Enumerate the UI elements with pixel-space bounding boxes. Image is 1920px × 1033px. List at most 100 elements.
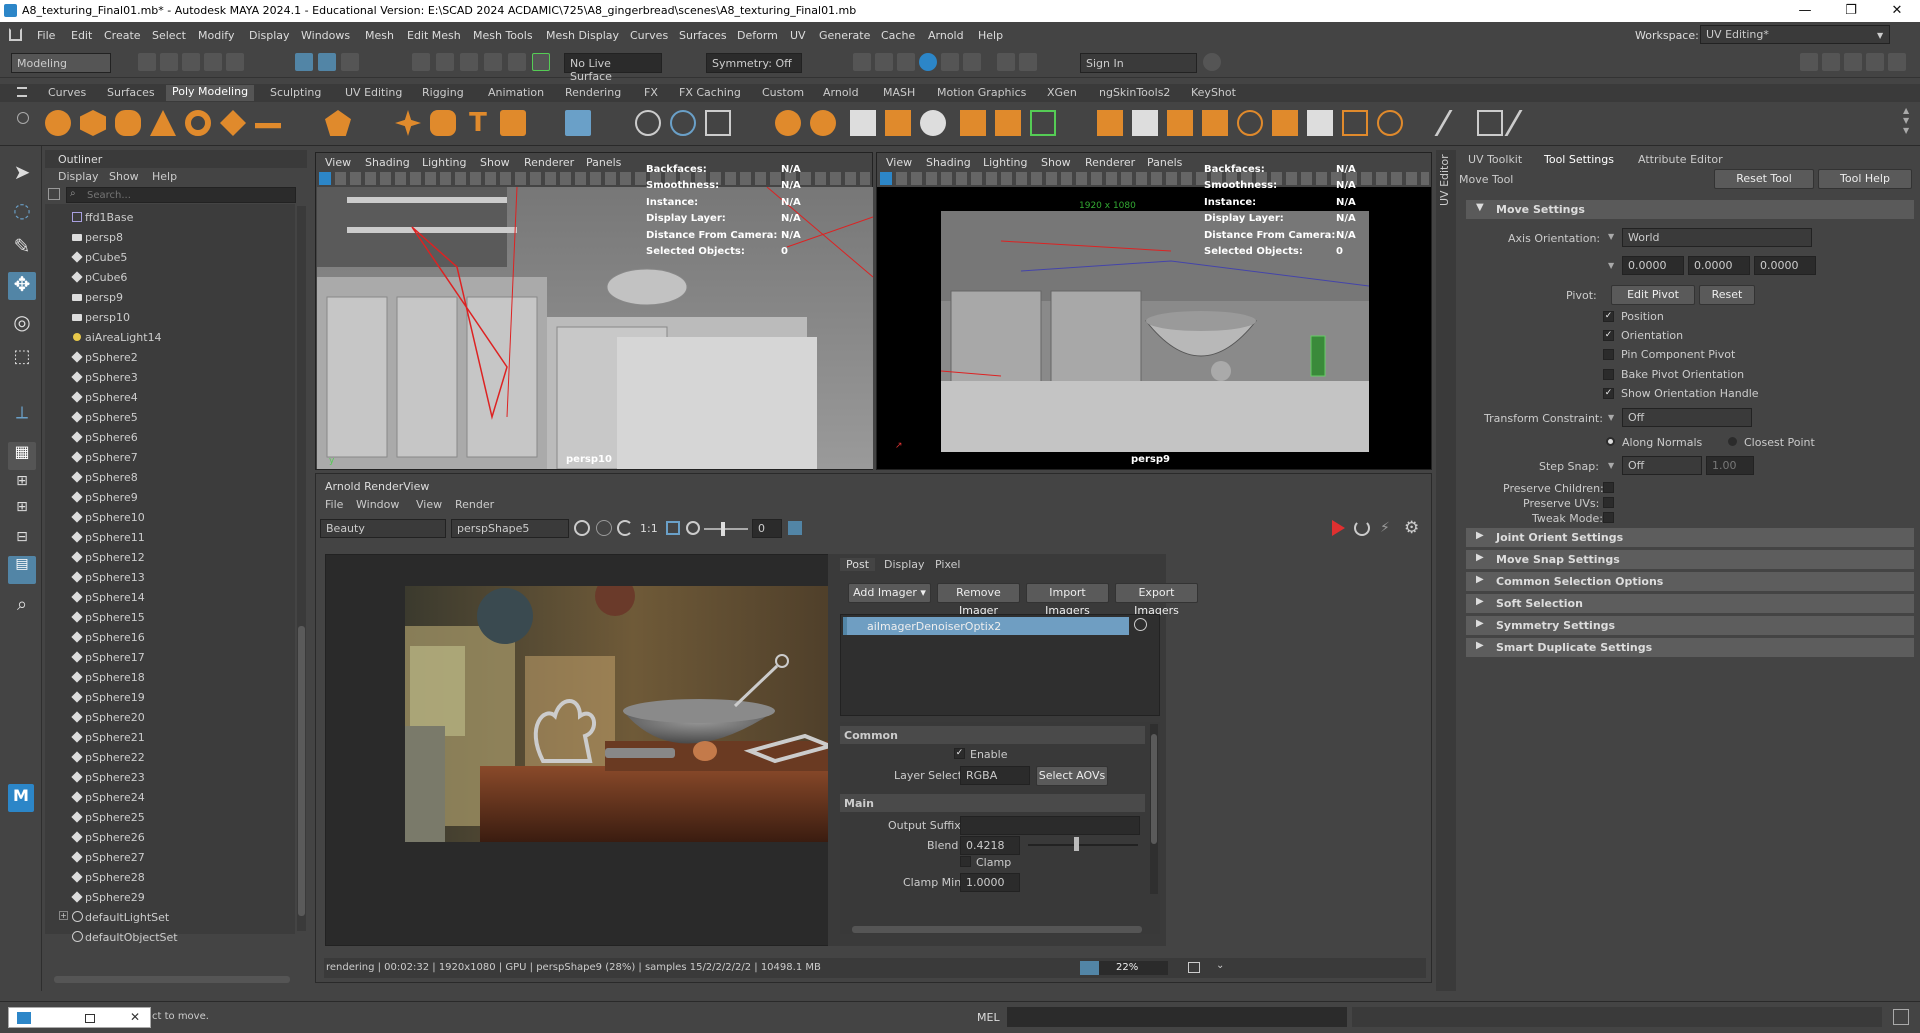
- restore-icon[interactable]: [85, 1014, 95, 1023]
- modeling-toolkit-icon[interactable]: [1800, 53, 1818, 71]
- uv-cut-icon[interactable]: [1504, 110, 1546, 136]
- outliner-item[interactable]: pSphere14: [45, 588, 293, 606]
- outliner-item[interactable]: defaultObjectSet: [45, 928, 293, 946]
- snapshot-icon[interactable]: [1188, 962, 1200, 973]
- menu-edit[interactable]: Edit: [71, 29, 92, 42]
- mirror-icon[interactable]: [775, 110, 801, 136]
- single-perspective-icon[interactable]: ▦: [8, 442, 36, 470]
- outliner-item[interactable]: pSphere7: [45, 448, 293, 466]
- snap-surface-icon[interactable]: [508, 53, 526, 71]
- shelf-tab-fx-caching[interactable]: FX Caching: [679, 86, 741, 99]
- rv-menu-render[interactable]: Render: [455, 498, 494, 511]
- clamp-min-field[interactable]: 1.0000: [960, 873, 1020, 892]
- poly-cylinder-icon[interactable]: [115, 110, 141, 136]
- channel-box-icon[interactable]: [1866, 53, 1884, 71]
- outliner-item[interactable]: pSphere5: [45, 408, 293, 426]
- poly-plane-icon[interactable]: [220, 110, 246, 136]
- workspace-dropdown[interactable]: UV Editing*: [1700, 25, 1890, 44]
- merge-icon[interactable]: [1377, 110, 1403, 136]
- hypershade-icon[interactable]: [941, 53, 959, 71]
- display-settings-icon[interactable]: [574, 520, 590, 536]
- vp2-menu-view[interactable]: View: [886, 156, 912, 169]
- platonic-solid-icon[interactable]: [325, 110, 351, 136]
- save-scene-icon[interactable]: [182, 53, 200, 71]
- outliner-item[interactable]: pSphere18: [45, 668, 293, 686]
- tab-post[interactable]: Post: [840, 558, 876, 571]
- shelf-tab-arnold[interactable]: Arnold: [823, 86, 859, 99]
- layer-editor-icon[interactable]: [1888, 53, 1906, 71]
- axis-orientation-dropdown[interactable]: World: [1622, 228, 1812, 247]
- outliner-item[interactable]: pSphere6: [45, 428, 293, 446]
- undo-icon[interactable]: [204, 53, 222, 71]
- uv-layout-icon[interactable]: [1477, 110, 1503, 136]
- render-play-icon[interactable]: [1332, 520, 1345, 536]
- tab-uv-toolkit[interactable]: UV Toolkit: [1468, 153, 1522, 166]
- shelf-tab-poly-modeling[interactable]: Poly Modeling: [166, 85, 255, 101]
- main-section-header[interactable]: [840, 794, 1145, 812]
- menu-curves[interactable]: Curves: [630, 29, 668, 42]
- persp-outliner-icon[interactable]: ⊟: [8, 529, 36, 557]
- tab-pixel[interactable]: Pixel: [935, 558, 960, 571]
- blend-field[interactable]: 0.4218: [960, 836, 1020, 855]
- separate-icon[interactable]: [635, 110, 661, 136]
- outliner-item[interactable]: ffd1Base: [45, 208, 293, 226]
- tool-help-button[interactable]: Tool Help: [1818, 169, 1912, 189]
- collapsed-section-header[interactable]: ▶ Common Selection Options: [1466, 572, 1914, 591]
- outliner-hscrollbar[interactable]: [54, 976, 290, 983]
- select-component-icon[interactable]: [341, 53, 359, 71]
- close-icon[interactable]: ✕: [130, 1010, 140, 1024]
- outliner-item[interactable]: pSphere17: [45, 648, 293, 666]
- show-manipulator-icon[interactable]: ⟂: [8, 402, 36, 430]
- rv-menu-view[interactable]: View: [416, 498, 442, 511]
- super-shape-icon[interactable]: [395, 110, 421, 136]
- poly-cone-icon[interactable]: [150, 110, 176, 136]
- outliner-item[interactable]: pSphere4: [45, 388, 293, 406]
- vp1-menu-renderer[interactable]: Renderer: [524, 156, 574, 169]
- lasso-tool-icon[interactable]: ◌: [8, 198, 36, 226]
- preserve-uvs-checkbox[interactable]: [1603, 497, 1614, 508]
- four-view-icon[interactable]: ⊞: [8, 473, 36, 501]
- command-input[interactable]: [1007, 1007, 1347, 1027]
- outliner-item[interactable]: pSphere29: [45, 888, 293, 906]
- tab-display[interactable]: Display: [884, 558, 925, 571]
- remove-imager-button[interactable]: Remove Imager: [937, 583, 1020, 617]
- vp2-menu-lighting[interactable]: Lighting: [983, 156, 1027, 169]
- outliner-item[interactable]: pSphere25: [45, 808, 293, 826]
- step-snap-amount-field[interactable]: 1.00: [1706, 456, 1754, 475]
- maximize-button[interactable]: ❐: [1828, 0, 1874, 22]
- collapsed-section-header[interactable]: ▶ Joint Orient Settings: [1466, 528, 1914, 547]
- camera-dropdown[interactable]: perspShape5: [451, 519, 569, 538]
- vp2-menu-shading[interactable]: Shading: [926, 156, 971, 169]
- menu-create[interactable]: Create: [104, 29, 141, 42]
- debug-shading-icon[interactable]: ⚡: [1380, 520, 1390, 536]
- preserve-children-checkbox[interactable]: [1603, 482, 1614, 493]
- outliner-item[interactable]: pCube5: [45, 248, 293, 266]
- arnold-ipr-icon[interactable]: [997, 53, 1015, 71]
- select-hierarchy-icon[interactable]: [295, 53, 313, 71]
- log-icon[interactable]: [788, 521, 802, 535]
- move-settings-header[interactable]: ▼ Move Settings: [1466, 200, 1914, 219]
- tweak-mode-checkbox[interactable]: [1603, 512, 1614, 523]
- minimize-button[interactable]: —: [1782, 0, 1828, 22]
- combine-icon[interactable]: [670, 110, 696, 136]
- outliner-scroll-thumb[interactable]: [298, 626, 305, 916]
- home-icon[interactable]: [9, 28, 22, 41]
- menu-set-dropdown[interactable]: Modeling: [11, 53, 111, 73]
- outliner-item[interactable]: pSphere8: [45, 468, 293, 486]
- outliner-item[interactable]: pSphere3: [45, 368, 293, 386]
- menu-modify[interactable]: Modify: [198, 29, 234, 42]
- shelf-menu-icon[interactable]: [17, 87, 27, 97]
- shelf-tab-rigging[interactable]: Rigging: [422, 86, 464, 99]
- shelf-tab-animation[interactable]: Animation: [488, 86, 544, 99]
- outliner-item[interactable]: pSphere16: [45, 628, 293, 646]
- snap-view-icon[interactable]: [484, 53, 502, 71]
- slide-edge-icon[interactable]: [1307, 110, 1333, 136]
- outliner-item[interactable]: pSphere26: [45, 828, 293, 846]
- viewport-persp10[interactable]: View Shading Lighting Show Renderer Pane…: [315, 152, 873, 470]
- tab-attribute-editor[interactable]: Attribute Editor: [1638, 153, 1723, 166]
- shelf-tab-rendering[interactable]: Rendering: [565, 86, 621, 99]
- select-tool-icon[interactable]: ➤: [8, 160, 36, 188]
- offset-edge-icon[interactable]: [1132, 110, 1158, 136]
- redo-icon[interactable]: [226, 53, 244, 71]
- snap-curve-icon[interactable]: [436, 53, 454, 71]
